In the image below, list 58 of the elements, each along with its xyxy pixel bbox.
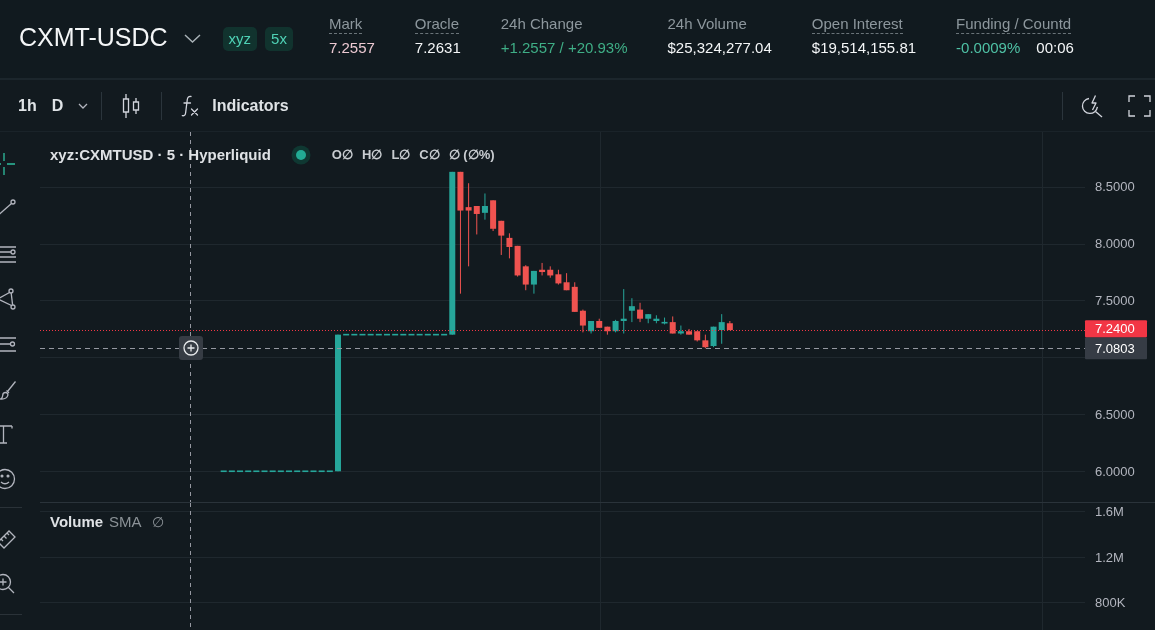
price-label: 7.2400 bbox=[1085, 320, 1147, 338]
axis-label: 6.0000 bbox=[1095, 463, 1135, 479]
indicators-button[interactable]: Indicators bbox=[180, 93, 289, 118]
axis-label: 7.5000 bbox=[1095, 293, 1135, 308]
stat-value: -0.0009% bbox=[956, 39, 1021, 57]
axis-label: 800K bbox=[1095, 595, 1126, 610]
stat-label: 24h Volume bbox=[667, 15, 747, 34]
interval-button[interactable]: 1h bbox=[18, 96, 37, 115]
stat-label[interactable]: Funding / Countd bbox=[956, 15, 1072, 34]
ohlc-value: ∅ (∅%) bbox=[448, 146, 495, 164]
ref-line-label: 7.2400 bbox=[1095, 321, 1135, 337]
candle-wick bbox=[525, 264, 527, 291]
interval-button[interactable]: D bbox=[51, 96, 64, 115]
candle-wick bbox=[680, 325, 682, 336]
stat-label[interactable]: Oracle bbox=[414, 15, 460, 34]
candle-wick bbox=[484, 193, 486, 221]
chart-symbol-title: xyz:CXMTUSD · 5 · Hyperliquid bbox=[50, 145, 271, 165]
stat-value: $25,324,277.04 bbox=[667, 39, 772, 57]
volume-title: Volume bbox=[50, 512, 104, 532]
price-label: 7.0803 bbox=[1085, 337, 1147, 360]
chart-type-icon[interactable] bbox=[121, 92, 142, 119]
function-icon bbox=[180, 93, 201, 118]
stat-label[interactable]: Open Interest bbox=[811, 15, 903, 34]
lightning-search-icon[interactable] bbox=[1080, 93, 1104, 118]
candle-wick bbox=[639, 302, 641, 323]
ref-line-label: 7.0803 bbox=[1095, 340, 1135, 356]
stat-value: 7.2631 bbox=[414, 39, 461, 57]
ohlc-value: L∅ bbox=[391, 146, 411, 164]
stat-value: 7.2557 bbox=[328, 39, 375, 57]
axis-label: 1.6M bbox=[1095, 504, 1124, 519]
candle-wick bbox=[721, 313, 723, 345]
fullscreen-icon[interactable] bbox=[1128, 94, 1151, 117]
market-tag: xyz bbox=[222, 27, 258, 51]
plus-circle-icon bbox=[182, 340, 199, 357]
axis-label: 6.5000 bbox=[1095, 406, 1135, 422]
chevron-down-icon[interactable] bbox=[78, 102, 89, 109]
ohlc-value: H∅ bbox=[362, 146, 383, 164]
indicator-name: SMA bbox=[109, 512, 142, 532]
market-title: CXMT-USDC bbox=[19, 22, 168, 52]
axis-label: 8.0000 bbox=[1095, 236, 1135, 252]
indicator-value: ∅ bbox=[151, 513, 164, 532]
stat-value: +1.2557 / +20.93% bbox=[500, 39, 628, 57]
candle-wick bbox=[623, 288, 625, 334]
ohlc-value: O∅ bbox=[331, 146, 353, 164]
axis-label: 1.2M bbox=[1095, 550, 1124, 565]
ohlc-value: C∅ bbox=[419, 146, 440, 164]
candle-wick bbox=[631, 297, 633, 323]
axis-label: 8.5000 bbox=[1095, 179, 1135, 195]
stat-value: 00:06 bbox=[1036, 39, 1074, 57]
chevron-down-icon[interactable] bbox=[183, 33, 201, 43]
candle-wick bbox=[541, 262, 543, 276]
candle-wick bbox=[508, 232, 510, 259]
market-tag: 5x bbox=[265, 27, 293, 51]
stat-value: $19,514,155.81 bbox=[811, 39, 917, 57]
stat-label: 24h Change bbox=[500, 15, 583, 34]
stat-label[interactable]: Mark bbox=[328, 15, 363, 34]
candle-wick bbox=[582, 309, 584, 333]
add-button[interactable] bbox=[178, 336, 203, 361]
